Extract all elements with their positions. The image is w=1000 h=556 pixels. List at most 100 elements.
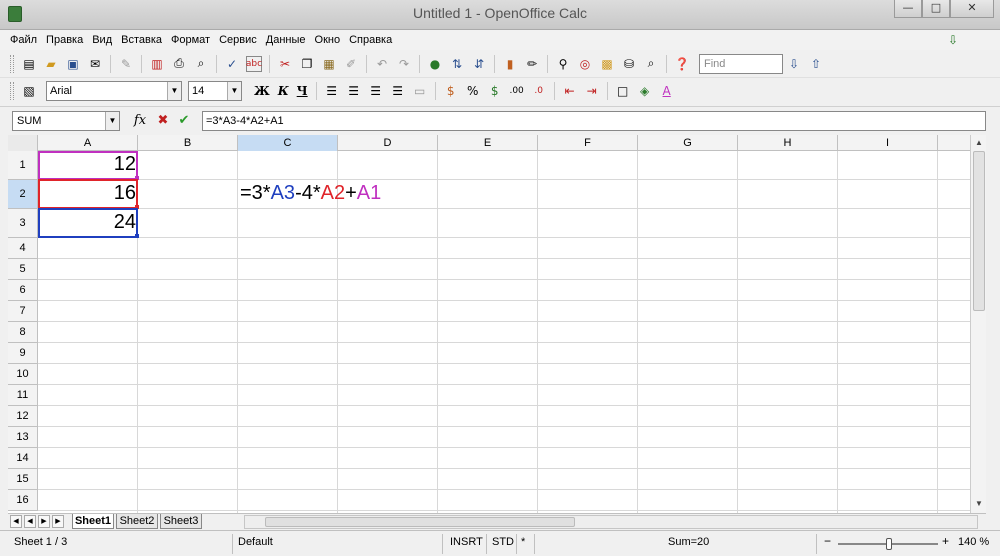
print-icon[interactable]: ⎙	[171, 56, 187, 72]
scroll-down-icon[interactable]: ▼	[972, 497, 986, 511]
column-header-i[interactable]: I	[838, 135, 938, 151]
scroll-up-icon[interactable]: ▲	[972, 136, 986, 150]
row-header-8[interactable]: 8	[8, 322, 38, 343]
decrease-indent-icon[interactable]: ⇤	[562, 83, 578, 99]
chevron-down-icon[interactable]: ▼	[167, 82, 181, 100]
cell-a3[interactable]: 24	[38, 211, 136, 234]
row-header-12[interactable]: 12	[8, 406, 38, 427]
underline-button[interactable]: Ч	[297, 84, 308, 98]
formula-input[interactable]: =3*A3-4*A2+A1	[202, 111, 986, 131]
sort-descending-icon[interactable]: ⇵	[471, 56, 487, 72]
row-header-10[interactable]: 10	[8, 364, 38, 385]
data-sources-icon[interactable]: ⛁	[621, 56, 637, 72]
column-header-e[interactable]: E	[438, 135, 538, 151]
vertical-scrollbar[interactable]: ▲ ▼	[970, 135, 986, 513]
horizontal-scrollbar[interactable]	[244, 515, 978, 529]
row-header-5[interactable]: 5	[8, 259, 38, 280]
background-color-icon[interactable]: ◈	[637, 83, 653, 99]
chart-icon[interactable]: ▮	[502, 56, 518, 72]
align-left-icon[interactable]: ☰	[324, 83, 340, 99]
find-previous-icon[interactable]: ⇧	[808, 56, 824, 72]
zoom-in-icon[interactable]: +	[942, 534, 949, 548]
cell-c2-editing[interactable]: =3*A3-4*A2+A1	[240, 182, 381, 205]
cut-icon[interactable]: ✂	[277, 56, 293, 72]
cancel-icon[interactable]: ✖	[155, 113, 171, 129]
row-header-9[interactable]: 9	[8, 343, 38, 364]
spellcheck-icon[interactable]: ✓	[224, 56, 240, 72]
align-right-icon[interactable]: ☰	[368, 83, 384, 99]
open-folder-icon[interactable]: ▰	[43, 56, 59, 72]
menu-view[interactable]: Вид	[92, 34, 112, 46]
percent-format-icon[interactable]: %	[465, 83, 481, 99]
last-sheet-icon[interactable]: ▶	[52, 515, 64, 528]
chevron-down-icon[interactable]: ▼	[105, 112, 119, 130]
standard-format-icon[interactable]: $	[487, 83, 503, 99]
cell-a1[interactable]: 12	[38, 153, 136, 176]
column-header-f[interactable]: F	[538, 135, 638, 151]
minimize-button[interactable]: —	[894, 0, 922, 18]
name-box[interactable]: SUM ▼	[12, 111, 120, 131]
status-page-style[interactable]: Default	[238, 536, 273, 548]
merge-cells-icon[interactable]: ▭	[412, 83, 428, 99]
menu-tools[interactable]: Сервис	[219, 34, 257, 46]
tab-sheet2[interactable]: Sheet2	[116, 514, 158, 529]
show-draw-functions-icon[interactable]: ✏	[524, 56, 540, 72]
copy-icon[interactable]: ❐	[299, 56, 315, 72]
status-selection-mode[interactable]: STD	[492, 536, 514, 548]
email-icon[interactable]: ✉	[87, 56, 103, 72]
menu-data[interactable]: Данные	[266, 34, 306, 46]
gallery-icon[interactable]: ▩	[599, 56, 615, 72]
menu-insert[interactable]: Вставка	[121, 34, 162, 46]
menu-edit[interactable]: Правка	[46, 34, 83, 46]
row-header-7[interactable]: 7	[8, 301, 38, 322]
vertical-scroll-thumb[interactable]	[973, 151, 985, 311]
toolbar-grip[interactable]	[10, 82, 14, 100]
increase-indent-icon[interactable]: ⇥	[584, 83, 600, 99]
menu-help[interactable]: Справка	[349, 34, 392, 46]
zoom-slider-knob[interactable]	[886, 538, 892, 550]
status-insert-mode[interactable]: INSRT	[450, 536, 483, 548]
delete-decimal-icon[interactable]: .0	[531, 83, 547, 99]
find-input[interactable]: Find	[699, 53, 783, 74]
row-header-16[interactable]: 16	[8, 490, 38, 511]
row-header-2[interactable]: 2	[8, 180, 38, 209]
row-header-1[interactable]: 1	[8, 151, 38, 180]
menu-format[interactable]: Формат	[171, 34, 210, 46]
zoom-out-icon[interactable]: −	[824, 534, 831, 548]
borders-icon[interactable]: □	[615, 83, 631, 99]
add-decimal-icon[interactable]: .00	[509, 83, 525, 99]
row-header-6[interactable]: 6	[8, 280, 38, 301]
maximize-button[interactable]: □	[922, 0, 950, 18]
edit-file-icon[interactable]: ✎	[118, 56, 134, 72]
help-icon[interactable]: ❓	[674, 56, 690, 72]
first-sheet-icon[interactable]: ◀	[10, 515, 22, 528]
status-zoom[interactable]: 140 %	[958, 536, 989, 548]
export-pdf-icon[interactable]: ▥	[149, 56, 165, 72]
column-header-a[interactable]: A	[38, 135, 138, 151]
styles-formatting-icon[interactable]: ▧	[21, 83, 37, 99]
redo-icon[interactable]: ↷	[396, 56, 412, 72]
align-center-icon[interactable]: ☰	[346, 83, 362, 99]
row-header-3[interactable]: 3	[8, 209, 38, 238]
previous-sheet-icon[interactable]: ◀	[24, 515, 36, 528]
save-icon[interactable]: ▣	[65, 56, 81, 72]
find-next-icon[interactable]: ⇩	[786, 56, 802, 72]
select-all-corner[interactable]	[8, 135, 38, 151]
reference-resize-handle[interactable]	[135, 234, 139, 238]
navigator-icon[interactable]: ◎	[577, 56, 593, 72]
row-header-4[interactable]: 4	[8, 238, 38, 259]
cell-a2[interactable]: 16	[38, 182, 136, 205]
accept-icon[interactable]: ✔	[176, 113, 192, 129]
sort-ascending-icon[interactable]: ⇅	[449, 56, 465, 72]
toolbar-grip[interactable]	[10, 54, 14, 73]
font-color-icon[interactable]: A	[659, 83, 675, 99]
autospellcheck-icon[interactable]: abc	[246, 55, 262, 72]
column-header-g[interactable]: G	[638, 135, 738, 151]
column-header-h[interactable]: H	[738, 135, 838, 151]
spreadsheet-grid[interactable]: ABCDEFGHI 1 2 3 4 5 6 7 8 9 10 11 12 13 14 15 16 12 16 24 =…	[8, 135, 970, 513]
paste-icon[interactable]: ▦	[321, 56, 337, 72]
print-preview-icon[interactable]: ⌕	[193, 56, 209, 72]
tab-sheet3[interactable]: Sheet3	[160, 514, 202, 529]
row-header-13[interactable]: 13	[8, 427, 38, 448]
justify-icon[interactable]: ☰	[390, 83, 406, 99]
